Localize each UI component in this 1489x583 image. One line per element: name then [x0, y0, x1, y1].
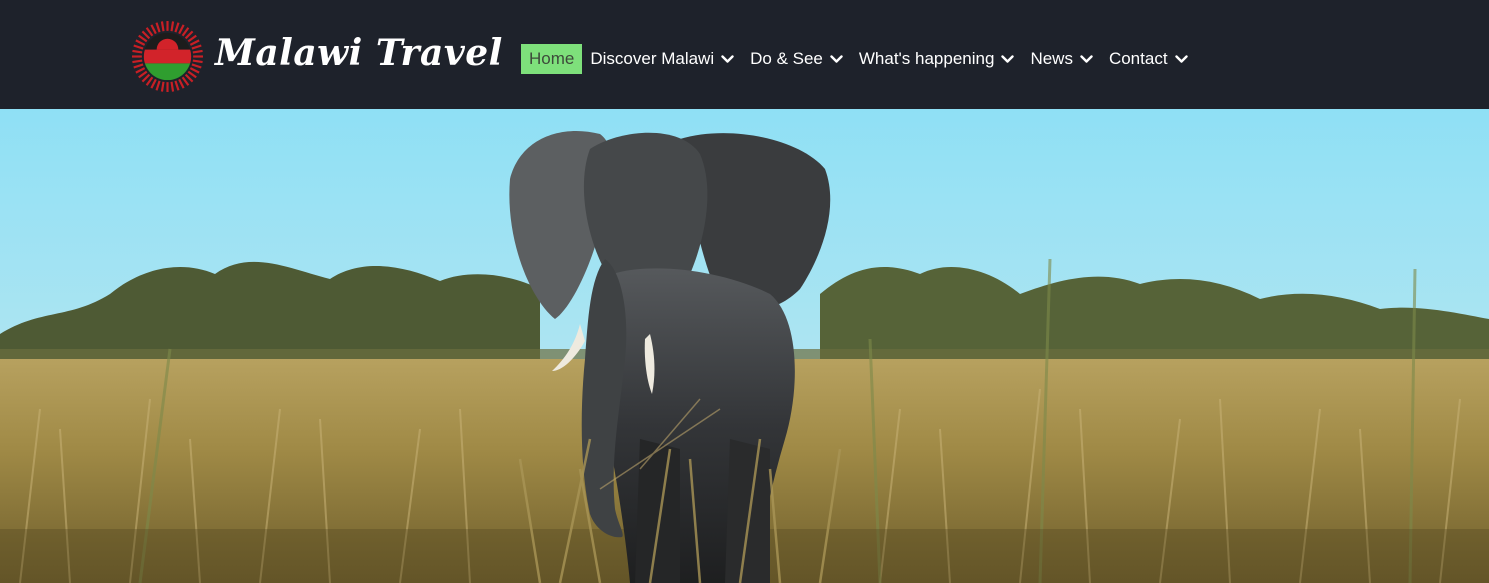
nav-item-label: Home	[529, 49, 575, 68]
nav-item-do-and-see[interactable]: Do & See	[742, 44, 851, 74]
site-logo-link[interactable]: Malawi Travel	[131, 20, 502, 94]
main-nav: Home Discover Malawi Do & See What's hap…	[521, 44, 1196, 74]
chevron-down-icon	[830, 54, 843, 63]
nav-item-home[interactable]: Home	[521, 44, 583, 74]
nav-item-discover-malawi[interactable]: Discover Malawi	[582, 44, 742, 74]
chevron-down-icon	[1001, 54, 1015, 63]
nav-item-whats-happening[interactable]: What's happening	[851, 44, 1023, 74]
nav-item-news[interactable]: News	[1022, 44, 1101, 74]
hero-banner	[0, 109, 1489, 583]
site-logo-text: Malawi Travel	[215, 32, 503, 74]
nav-item-label: Discover Malawi	[590, 49, 715, 68]
hero-elephant-image	[0, 109, 1489, 583]
page: Malawi Travel Home Discover Malawi Do & …	[0, 0, 1489, 583]
nav-item-contact[interactable]: Contact	[1101, 44, 1196, 74]
nav-item-label: Do & See	[750, 49, 823, 68]
nav-item-label: News	[1030, 49, 1073, 68]
chevron-down-icon	[1174, 54, 1188, 63]
site-header: Malawi Travel Home Discover Malawi Do & …	[0, 0, 1489, 109]
malawi-flag-sun-icon	[131, 20, 204, 93]
chevron-down-icon	[1080, 54, 1093, 63]
chevron-down-icon	[721, 54, 734, 63]
nav-item-label: What's happening	[858, 49, 995, 68]
nav-item-label: Contact	[1108, 49, 1168, 68]
